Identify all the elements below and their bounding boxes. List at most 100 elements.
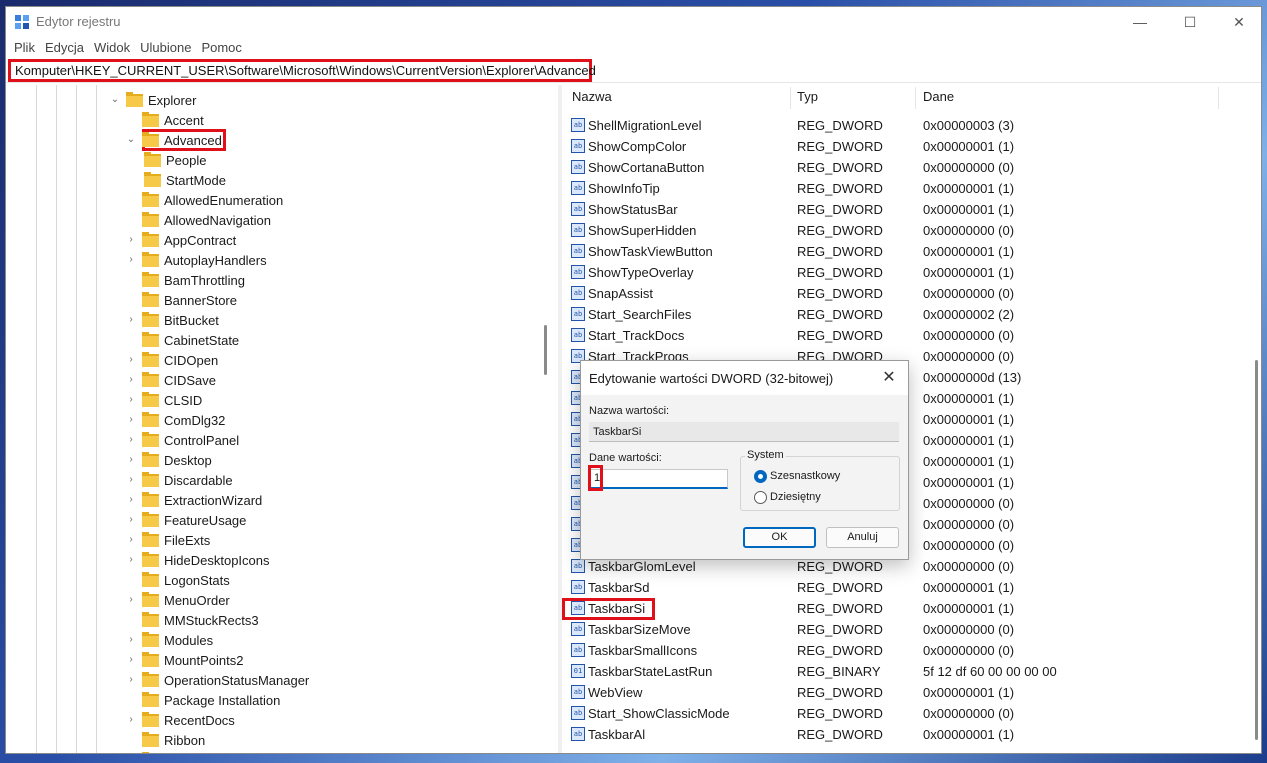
chevron-right-icon[interactable]: › xyxy=(126,635,136,645)
table-row[interactable]: ab TaskbarSizeMove REG_DWORD 0x00000000 (0) xyxy=(562,619,1222,640)
tree-item[interactable]: › HideDesktopIcons xyxy=(126,550,270,570)
menu-file[interactable]: Plik xyxy=(9,37,40,59)
tree-item[interactable]: People xyxy=(144,150,206,170)
chevron-right-icon[interactable]: › xyxy=(126,315,136,325)
tree-item[interactable]: › AutoplayHandlers xyxy=(126,250,267,270)
table-row[interactable]: ab ShowTypeOverlay REG_DWORD 0x00000001 (1) xyxy=(562,262,1222,283)
tree-item[interactable]: RunMRU xyxy=(126,750,217,753)
tree-item[interactable]: › CIDSave xyxy=(126,370,216,390)
tree-item[interactable]: Ribbon xyxy=(126,730,205,750)
tree-item[interactable]: › OperationStatusManager xyxy=(126,670,309,690)
table-row[interactable]: ab ShowStatusBar REG_DWORD 0x00000001 (1) xyxy=(562,199,1222,220)
table-row[interactable]: ab TaskbarSd REG_DWORD 0x00000001 (1) xyxy=(562,577,1222,598)
table-row[interactable]: ab TaskbarAl REG_DWORD 0x00000001 (1) xyxy=(562,724,1222,745)
cancel-button[interactable]: Anuluj xyxy=(826,527,899,548)
menu-favorites[interactable]: Ulubione xyxy=(135,37,196,59)
tree-item[interactable]: ⌄ Advanced xyxy=(126,130,222,150)
table-row[interactable]: ab ShowCompColor REG_DWORD 0x00000001 (1) xyxy=(562,136,1222,157)
tree-item[interactable]: Accent xyxy=(126,110,204,130)
column-header-name[interactable]: Nazwa xyxy=(572,89,612,104)
chevron-right-icon[interactable]: › xyxy=(126,455,136,465)
value-data-input[interactable]: 1 xyxy=(589,469,728,489)
chevron-right-icon[interactable]: › xyxy=(126,235,136,245)
column-separator[interactable] xyxy=(1218,87,1219,109)
value-name-cell: Start_ShowClassicMode xyxy=(588,706,730,721)
tree-item[interactable]: › RecentDocs xyxy=(126,710,235,730)
tree-item[interactable]: › FeatureUsage xyxy=(126,510,246,530)
menu-edit[interactable]: Edycja xyxy=(40,37,89,59)
tree-item[interactable]: › CLSID xyxy=(126,390,202,410)
table-row[interactable]: 01 TaskbarStateLastRun REG_BINARY 5f 12 df … xyxy=(562,661,1222,682)
table-row[interactable]: ab ShowCortanaButton REG_DWORD 0x00000000 (… xyxy=(562,157,1222,178)
chevron-down-icon[interactable]: ⌄ xyxy=(110,95,120,105)
tree-item[interactable]: MMStuckRects3 xyxy=(126,610,259,630)
close-button[interactable]: ✕ xyxy=(1215,7,1261,37)
chevron-right-icon[interactable]: › xyxy=(126,675,136,685)
minimize-button[interactable]: — xyxy=(1116,7,1164,37)
chevron-right-icon[interactable]: › xyxy=(126,375,136,385)
table-row[interactable]: ab ShowInfoTip REG_DWORD 0x00000001 (1) xyxy=(562,178,1222,199)
ok-button[interactable]: OK xyxy=(743,527,816,548)
tree-item[interactable]: ⌄ Explorer xyxy=(110,90,196,110)
tree-item[interactable]: LogonStats xyxy=(126,570,230,590)
chevron-right-icon[interactable]: › xyxy=(126,715,136,725)
address-bar[interactable]: Komputer\HKEY_CURRENT_USER\Software\Micr… xyxy=(8,59,596,82)
chevron-right-icon[interactable]: › xyxy=(126,355,136,365)
tree-item[interactable]: › AppContract xyxy=(126,230,236,250)
chevron-right-icon[interactable]: › xyxy=(126,435,136,445)
chevron-right-icon[interactable]: › xyxy=(126,395,136,405)
chevron-right-icon[interactable]: › xyxy=(126,415,136,425)
table-row[interactable]: ab ShowTaskViewButton REG_DWORD 0x00000001 … xyxy=(562,241,1222,262)
table-row[interactable]: ab Start_SearchFiles REG_DWORD 0x00000002 (… xyxy=(562,304,1222,325)
chevron-right-icon[interactable]: › xyxy=(126,255,136,265)
tree-scrollbar[interactable] xyxy=(544,325,547,375)
chevron-down-icon[interactable]: ⌄ xyxy=(126,135,136,145)
table-row[interactable]: ab SnapAssist REG_DWORD 0x00000000 (0) xyxy=(562,283,1222,304)
table-row[interactable]: ab TaskbarSi REG_DWORD 0x00000001 (1) xyxy=(562,598,1222,619)
dec-radio[interactable] xyxy=(754,491,767,504)
chevron-right-icon[interactable]: › xyxy=(126,595,136,605)
menu-view[interactable]: Widok xyxy=(89,37,135,59)
column-separator[interactable] xyxy=(790,87,791,109)
hex-radio[interactable] xyxy=(754,470,767,483)
tree-item[interactable]: › Discardable xyxy=(126,470,233,490)
column-header-type[interactable]: Typ xyxy=(797,89,818,104)
tree-item[interactable]: › Modules xyxy=(126,630,213,650)
dec-radio-label[interactable]: Dziesiętny xyxy=(770,491,821,503)
dialog-close-icon[interactable]: ✕ xyxy=(878,367,900,389)
list-scrollbar[interactable] xyxy=(1255,360,1258,740)
table-row[interactable]: ab TaskbarSmallIcons REG_DWORD 0x00000000 (… xyxy=(562,640,1222,661)
column-separator[interactable] xyxy=(915,87,916,109)
tree-item[interactable]: › ExtractionWizard xyxy=(126,490,262,510)
tree-item[interactable]: › ComDlg32 xyxy=(126,410,225,430)
tree-item[interactable]: › MenuOrder xyxy=(126,590,230,610)
menu-help[interactable]: Pomoc xyxy=(196,37,246,59)
maximize-button[interactable]: ☐ xyxy=(1166,7,1214,37)
tree-item[interactable]: › BitBucket xyxy=(126,310,219,330)
column-header-data[interactable]: Dane xyxy=(923,89,954,104)
tree-item[interactable]: › MountPoints2 xyxy=(126,650,244,670)
table-row[interactable]: ab ShowSuperHidden REG_DWORD 0x00000000 (0) xyxy=(562,220,1222,241)
tree-item[interactable]: AllowedEnumeration xyxy=(126,190,283,210)
tree-item[interactable]: Package Installation xyxy=(126,690,280,710)
table-row[interactable]: ab WebView REG_DWORD 0x00000001 (1) xyxy=(562,682,1222,703)
tree-item[interactable]: CabinetState xyxy=(126,330,239,350)
tree-item[interactable]: AllowedNavigation xyxy=(126,210,271,230)
chevron-right-icon[interactable]: › xyxy=(126,495,136,505)
tree-item[interactable]: › FileExts xyxy=(126,530,210,550)
table-row[interactable]: ab Start_ShowClassicMode REG_DWORD 0x000000… xyxy=(562,703,1222,724)
tree-item[interactable]: BamThrottling xyxy=(126,270,245,290)
hex-radio-label[interactable]: Szesnastkowy xyxy=(770,470,840,482)
tree-item[interactable]: BannerStore xyxy=(126,290,237,310)
tree-item[interactable]: StartMode xyxy=(144,170,226,190)
chevron-right-icon[interactable]: › xyxy=(126,555,136,565)
table-row[interactable]: ab ShellMigrationLevel REG_DWORD 0x00000003… xyxy=(562,115,1222,136)
chevron-right-icon[interactable]: › xyxy=(126,655,136,665)
tree-item[interactable]: › CIDOpen xyxy=(126,350,218,370)
chevron-right-icon[interactable]: › xyxy=(126,475,136,485)
tree-item[interactable]: › ControlPanel xyxy=(126,430,239,450)
chevron-right-icon[interactable]: › xyxy=(126,515,136,525)
tree-item[interactable]: › Desktop xyxy=(126,450,212,470)
chevron-right-icon[interactable]: › xyxy=(126,535,136,545)
table-row[interactable]: ab Start_TrackDocs REG_DWORD 0x00000000 (0) xyxy=(562,325,1222,346)
